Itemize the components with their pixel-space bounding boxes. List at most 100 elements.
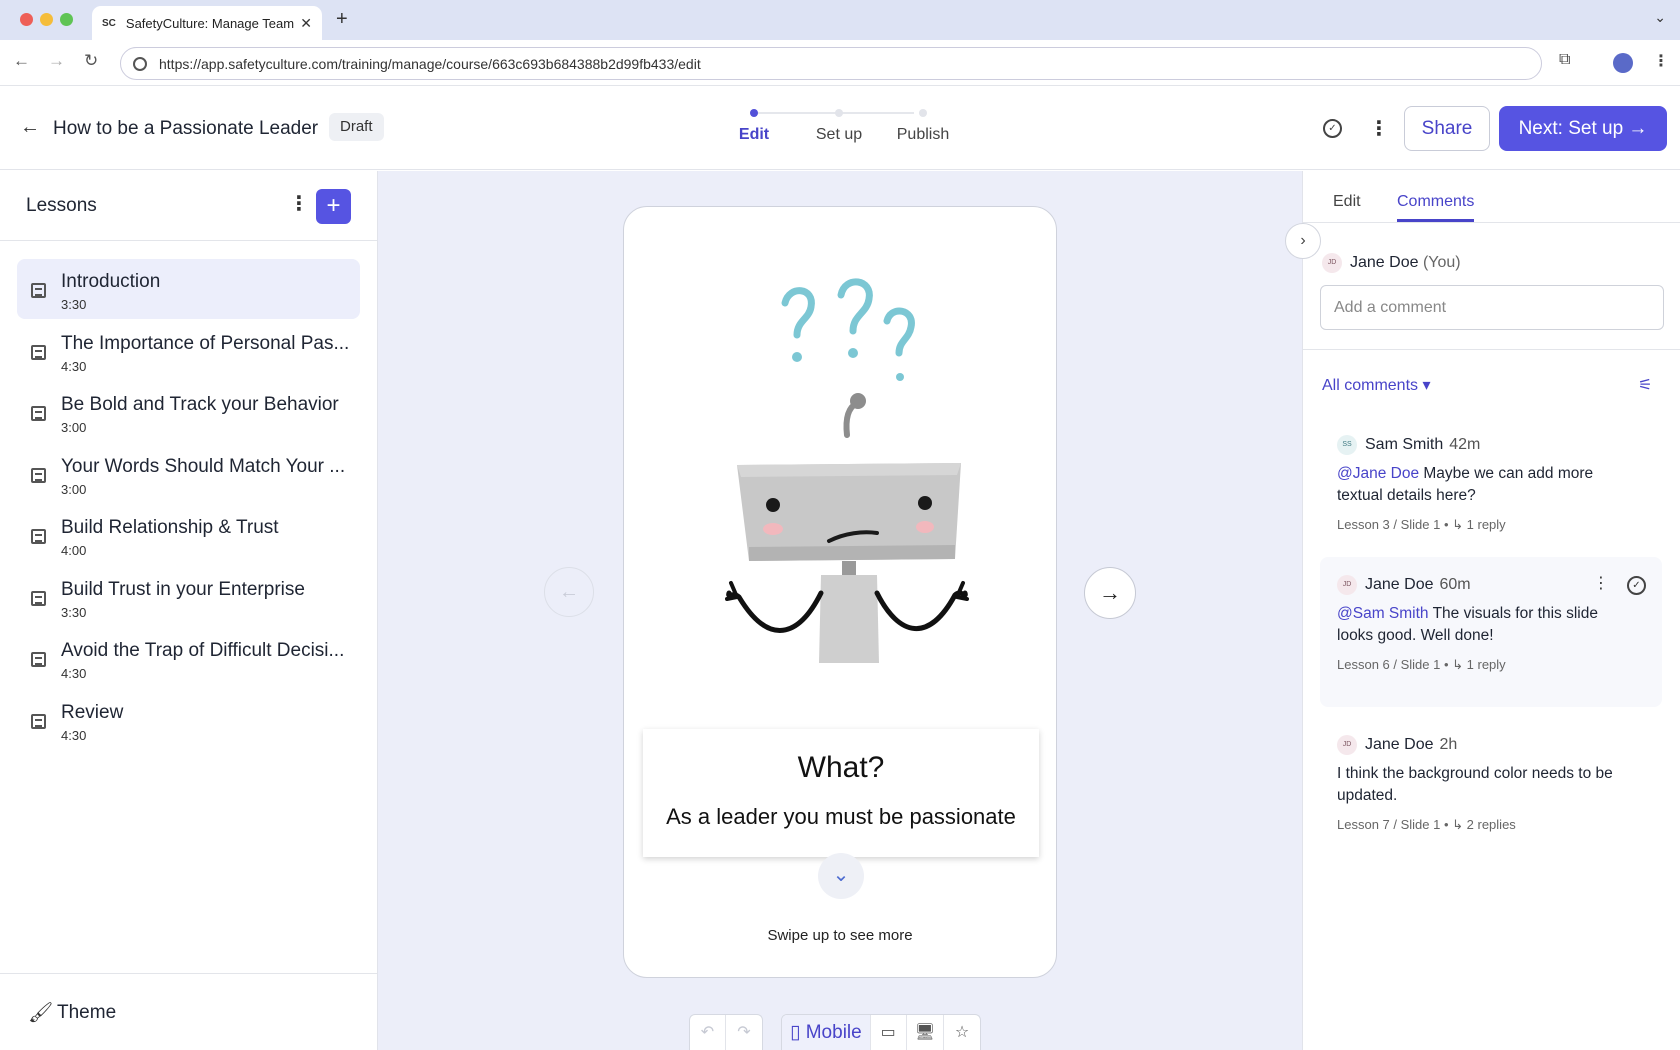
site-info-icon[interactable] — [133, 56, 147, 71]
lesson-icon — [31, 714, 46, 729]
browser-tab[interactable]: SC SafetyCulture: Manage Teams ✕ — [92, 6, 322, 40]
comment-age: 60m — [1439, 576, 1471, 594]
collapse-panel-icon[interactable]: › — [1285, 223, 1321, 259]
back-icon[interactable]: ← — [13, 51, 30, 71]
lesson-name: Build Trust in your Enterprise — [61, 579, 305, 600]
lesson-item[interactable]: Introduction 3:30 — [17, 259, 360, 319]
address-bar[interactable]: https://app.safetyculture.com/training/m… — [120, 47, 1542, 80]
comment-mention[interactable]: @Jane Doe — [1337, 465, 1419, 482]
slide-text-card[interactable]: What? As a leader you must be passionate — [643, 729, 1039, 857]
comment-item[interactable]: JD Jane Doe 2h I think the background colo… — [1320, 717, 1662, 847]
comment-more-icon[interactable]: ⋮ — [1593, 575, 1609, 592]
status-badge: Draft — [329, 113, 384, 141]
close-window-button[interactable] — [20, 13, 33, 26]
browser-menu-icon[interactable]: ⋮ — [1653, 51, 1669, 71]
comment-location[interactable]: Lesson 6 / Slide 1 — [1337, 657, 1440, 672]
mobile-slide-preview: What? As a leader you must be passionate… — [623, 206, 1057, 978]
lesson-name: Be Bold and Track your Behavior — [61, 394, 339, 415]
tab-search-icon[interactable]: ⌄ — [1654, 9, 1666, 26]
next-setup-button[interactable]: Next: Set up → — [1499, 106, 1667, 151]
lesson-name: The Importance of Personal Pas... — [61, 333, 350, 354]
current-user: JD Jane Doe (You) — [1322, 253, 1461, 273]
lessons-more-icon[interactable]: ⋮ — [289, 191, 309, 216]
desktop-view-icon[interactable]: 🖥 — [907, 1015, 945, 1050]
next-slide-button[interactable]: → — [1084, 567, 1136, 619]
lesson-icon — [31, 652, 46, 667]
chevron-down-icon[interactable]: ⌄ — [818, 853, 864, 899]
comment-age: 2h — [1439, 736, 1458, 754]
step-setup[interactable]: Set up — [816, 126, 862, 144]
lesson-item[interactable]: Build Relationship & Trust 4:00 — [17, 505, 360, 565]
back-arrow-icon[interactable]: ← — [20, 116, 40, 139]
lesson-name: Introduction — [61, 271, 161, 292]
lesson-item[interactable]: Be Bold and Track your Behavior 3:00 — [17, 382, 360, 442]
tablet-view-icon[interactable]: ▭ — [871, 1015, 907, 1050]
comment-meta: Lesson 6 / Slide 1 • ↳ 1 reply — [1337, 657, 1506, 672]
comment-replies[interactable]: 1 reply — [1467, 517, 1506, 532]
sliders-icon[interactable]: ⚟ — [1638, 375, 1652, 395]
comments-filter-dropdown[interactable]: All comments ▾ — [1322, 375, 1431, 395]
lesson-item[interactable]: Avoid the Trap of Difficult Decisi... 4:… — [17, 628, 360, 688]
lesson-item[interactable]: Build Trust in your Enterprise 3:30 — [17, 567, 360, 627]
comment-text: @Sam Smith The visuals for this slide lo… — [1337, 603, 1637, 647]
comment-header: SS Sam Smith 42m — [1337, 435, 1480, 455]
forward-icon[interactable]: → — [48, 51, 65, 71]
lesson-name: Avoid the Trap of Difficult Decisi... — [61, 640, 345, 661]
step-edit[interactable]: Edit — [739, 126, 769, 144]
lesson-item[interactable]: The Importance of Personal Pas... 4:30 — [17, 321, 360, 381]
comment-age: 42m — [1449, 436, 1481, 454]
comment-location[interactable]: Lesson 3 / Slide 1 — [1337, 517, 1440, 532]
lesson-item[interactable]: Your Words Should Match Your ... 3:00 — [17, 444, 360, 504]
comment-location[interactable]: Lesson 7 / Slide 1 — [1337, 817, 1440, 832]
current-user-suffix: (You) — [1422, 254, 1461, 272]
reload-icon[interactable]: ↻ — [84, 51, 98, 71]
lesson-duration: 3:30 — [61, 297, 87, 312]
new-tab-icon[interactable]: + — [336, 8, 348, 31]
profile-avatar[interactable] — [1613, 53, 1633, 73]
step-publish[interactable]: Publish — [897, 126, 949, 144]
comment-author: Jane Doe — [1365, 736, 1434, 754]
course-title: How to be a Passionate Leader — [53, 118, 319, 139]
star-icon[interactable]: ☆ — [944, 1015, 980, 1050]
comment-author: Jane Doe — [1365, 576, 1434, 594]
lesson-item[interactable]: Review 4:30 — [17, 690, 360, 750]
lesson-duration: 3:30 — [61, 605, 87, 620]
undo-icon[interactable]: ↶ — [690, 1015, 726, 1050]
lesson-duration: 4:30 — [61, 666, 87, 681]
next-setup-label: Next: Set up — [1518, 118, 1624, 139]
comment-input[interactable]: Add a comment — [1320, 285, 1664, 330]
comment-text: I think the background color needs to be… — [1337, 763, 1637, 807]
redo-icon[interactable]: ↷ — [726, 1015, 762, 1050]
previous-slide-button[interactable]: ← — [544, 567, 594, 617]
extensions-icon[interactable]: ⧉ — [1559, 51, 1570, 69]
maximize-window-button[interactable] — [60, 13, 73, 26]
comment-item[interactable]: SS Sam Smith 42m @Jane Doe Maybe we can ad… — [1320, 417, 1662, 547]
lesson-duration: 4:30 — [61, 359, 87, 374]
close-tab-icon[interactable]: ✕ — [300, 15, 312, 32]
comment-item[interactable]: JD Jane Doe 60m ⋮ ✓ @Sam Smith The visuals … — [1320, 557, 1662, 707]
share-button[interactable]: Share — [1404, 106, 1490, 151]
more-options-icon[interactable]: ⋮ — [1369, 116, 1389, 141]
comment-mention[interactable]: @Sam Smith — [1337, 605, 1429, 622]
comment-replies[interactable]: 1 reply — [1467, 657, 1506, 672]
comment-header: JD Jane Doe 60m — [1337, 575, 1471, 595]
comments-filter-label: All comments — [1322, 377, 1419, 394]
slide-body: As a leader you must be passionate — [666, 804, 1016, 829]
theme-button[interactable]: 🖌 Theme — [0, 973, 377, 1050]
mobile-view-button[interactable]: ▯ Mobile — [782, 1015, 871, 1050]
reply-icon: ↳ — [1452, 657, 1467, 672]
lesson-name: Review — [61, 702, 124, 723]
robot-illustration — [725, 278, 969, 663]
tab-comments[interactable]: Comments — [1397, 193, 1475, 222]
tab-edit[interactable]: Edit — [1333, 193, 1361, 211]
comment-author: Sam Smith — [1365, 436, 1444, 454]
check-circle-icon[interactable]: ✓ — [1323, 119, 1342, 138]
current-user-name: Jane Doe — [1350, 254, 1419, 272]
add-lesson-button[interactable]: + — [316, 189, 351, 224]
minimize-window-button[interactable] — [40, 13, 53, 26]
url-text: https://app.safetyculture.com/training/m… — [159, 55, 701, 72]
comment-replies[interactable]: 2 replies — [1467, 817, 1516, 832]
divider — [1303, 349, 1680, 350]
paint-roller-icon: 🖌 — [28, 1002, 54, 1024]
resolve-check-icon[interactable]: ✓ — [1627, 576, 1646, 595]
